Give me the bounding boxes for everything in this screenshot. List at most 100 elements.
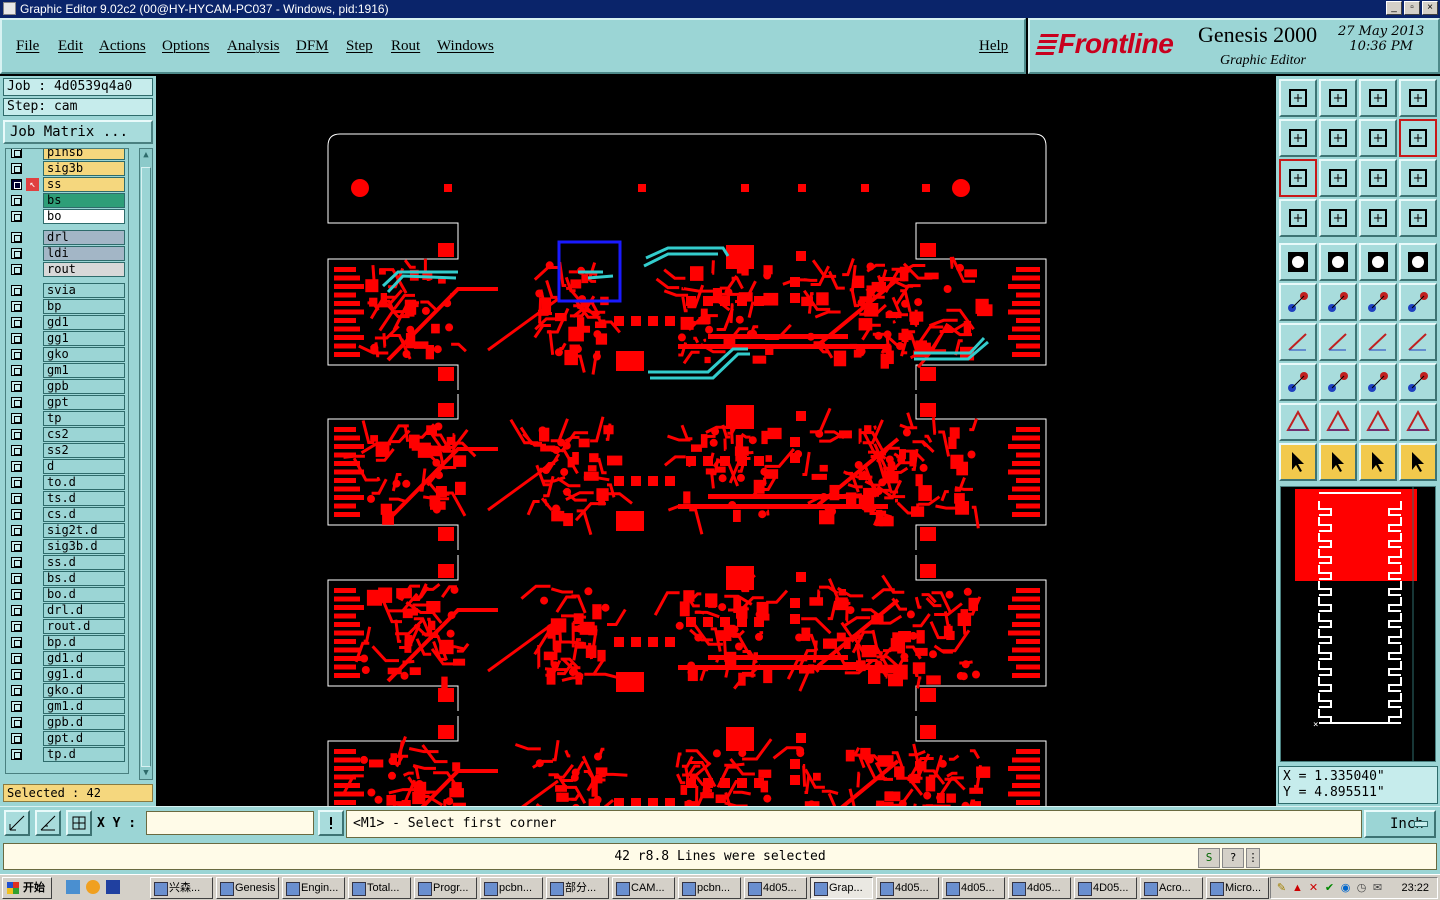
- line-button[interactable]: [1319, 323, 1357, 361]
- layer-name[interactable]: drl: [43, 230, 125, 245]
- layer-row[interactable]: drl.d: [6, 603, 128, 618]
- scale-button[interactable]: [1359, 159, 1397, 197]
- taskbar-button[interactable]: Grap...: [810, 877, 873, 899]
- layer-affected-checkbox[interactable]: [11, 365, 22, 376]
- layer-name[interactable]: tp: [43, 411, 125, 426]
- layer-name[interactable]: cs2: [43, 427, 125, 442]
- layer-affected-checkbox[interactable]: [11, 381, 22, 392]
- taskbar-button[interactable]: 4d05...: [876, 877, 939, 899]
- menu-actions[interactable]: Actions: [99, 38, 146, 55]
- layer-name[interactable]: bs: [43, 193, 125, 208]
- xy-input[interactable]: [146, 811, 314, 835]
- check-tray-icon[interactable]: ✔: [1323, 882, 1336, 895]
- layer-affected-checkbox[interactable]: [11, 211, 22, 222]
- layer-affected-checkbox[interactable]: [11, 232, 22, 243]
- job-matrix-button[interactable]: Job Matrix ...: [3, 120, 153, 144]
- layer-name[interactable]: gpb: [43, 379, 125, 394]
- help-icon[interactable]: ?: [1222, 848, 1244, 868]
- layer-name[interactable]: gko: [43, 347, 125, 362]
- layer-row[interactable]: bs: [6, 193, 128, 208]
- layer-name[interactable]: rout.d: [43, 619, 125, 634]
- layer-name[interactable]: bp: [43, 299, 125, 314]
- pointer-move-button[interactable]: [1359, 443, 1397, 481]
- menu-windows[interactable]: Windows: [437, 38, 494, 55]
- desktop-icon[interactable]: [66, 880, 80, 894]
- mirror-button[interactable]: [1359, 119, 1397, 157]
- snap-button[interactable]: [4, 810, 30, 836]
- arc-button[interactable]: [1359, 323, 1397, 361]
- route-button[interactable]: [1399, 443, 1437, 481]
- node-button[interactable]: [1279, 283, 1317, 321]
- taskbar-button[interactable]: 4D05...: [1074, 877, 1137, 899]
- layer-name[interactable]: ss: [43, 177, 125, 192]
- triangle-delete-button[interactable]: [1399, 403, 1437, 441]
- dash-button[interactable]: [1319, 363, 1357, 401]
- scroll-down-icon[interactable]: ▼: [140, 767, 152, 779]
- layer-affected-checkbox[interactable]: [11, 589, 22, 600]
- layer-name[interactable]: d: [43, 459, 125, 474]
- layer-row[interactable]: gpt.d: [6, 731, 128, 746]
- triangle-button[interactable]: [1319, 403, 1357, 441]
- taskbar-button[interactable]: Genesis: [216, 877, 279, 899]
- zoom-in-button[interactable]: [1279, 119, 1317, 157]
- layer-row[interactable]: svia: [6, 283, 128, 298]
- layer-row[interactable]: cs2: [6, 427, 128, 442]
- layer-row[interactable]: tp.d: [6, 747, 128, 762]
- redraw-button[interactable]: [1399, 119, 1437, 157]
- layer-name[interactable]: tp.d: [43, 747, 125, 762]
- restore-button[interactable]: ▫: [1404, 1, 1420, 15]
- layer-row[interactable]: gd1: [6, 315, 128, 330]
- window-button[interactable]: [1399, 79, 1437, 117]
- menu-analysis[interactable]: Analysis: [227, 38, 280, 55]
- layer-row[interactable]: gg1.d: [6, 667, 128, 682]
- select-pad-button[interactable]: [1279, 363, 1317, 401]
- layer-name[interactable]: gpt.d: [43, 731, 125, 746]
- sheet-icon[interactable]: S: [1198, 848, 1220, 868]
- grid-button[interactable]: [66, 810, 92, 836]
- layer-affected-checkbox[interactable]: [11, 349, 22, 360]
- taskbar-button[interactable]: 兴森...: [150, 877, 213, 899]
- layer-affected-checkbox[interactable]: [11, 301, 22, 312]
- layer-name[interactable]: gpb.d: [43, 715, 125, 730]
- layer-affected-checkbox[interactable]: [11, 461, 22, 472]
- graphic-canvas[interactable]: [158, 76, 1276, 806]
- layer-affected-checkbox[interactable]: [11, 701, 22, 712]
- layer-affected-checkbox[interactable]: [11, 637, 22, 648]
- menu-edit[interactable]: Edit: [58, 38, 83, 55]
- layer-row[interactable]: bp.d: [6, 635, 128, 650]
- layer-row[interactable]: drl: [6, 230, 128, 245]
- layer-name[interactable]: rout: [43, 262, 125, 277]
- menu-help[interactable]: Help: [979, 38, 1008, 55]
- layer-row[interactable]: sig3b: [6, 161, 128, 176]
- layer-affected-checkbox[interactable]: [11, 445, 22, 456]
- layer-affected-checkbox[interactable]: [11, 397, 22, 408]
- layer-row[interactable]: ↖ ss: [6, 177, 128, 192]
- pin-button[interactable]: [1279, 199, 1317, 237]
- taskbar-button[interactable]: Micro...: [1206, 877, 1269, 899]
- layer-affected-checkbox[interactable]: [11, 317, 22, 328]
- layer-name[interactable]: gg1: [43, 331, 125, 346]
- layer-row[interactable]: bo: [6, 209, 128, 224]
- taskbar-button[interactable]: 4d05...: [942, 877, 1005, 899]
- angle-button[interactable]: [1279, 323, 1317, 361]
- layer-affected-checkbox[interactable]: [11, 333, 22, 344]
- layer-name[interactable]: gko.d: [43, 683, 125, 698]
- layer-row[interactable]: gko.d: [6, 683, 128, 698]
- layer-name[interactable]: ss.d: [43, 555, 125, 570]
- x-tray-icon[interactable]: ✕: [1307, 882, 1320, 895]
- layer-row[interactable]: rout: [6, 262, 128, 277]
- fit-button[interactable]: [1279, 159, 1317, 197]
- layer-list[interactable]: pinsb sig3b ↖ ss bs bo drl ldi rout svia bp gd1 gg1 g…: [5, 148, 129, 774]
- layer-row[interactable]: gpb.d: [6, 715, 128, 730]
- snap-point-button[interactable]: [1319, 199, 1357, 237]
- layer-affected-checkbox[interactable]: [11, 669, 22, 680]
- layer-affected-checkbox[interactable]: [11, 557, 22, 568]
- layer-affected-checkbox[interactable]: [11, 733, 22, 744]
- scroll-thumb[interactable]: [141, 167, 151, 767]
- layer-affected-checkbox[interactable]: [11, 541, 22, 552]
- layer-row[interactable]: ts.d: [6, 491, 128, 506]
- start-button[interactable]: 开始: [2, 877, 52, 899]
- layer-name[interactable]: ss2: [43, 443, 125, 458]
- pointer-button[interactable]: [1279, 443, 1317, 481]
- layer-row[interactable]: gpt: [6, 395, 128, 410]
